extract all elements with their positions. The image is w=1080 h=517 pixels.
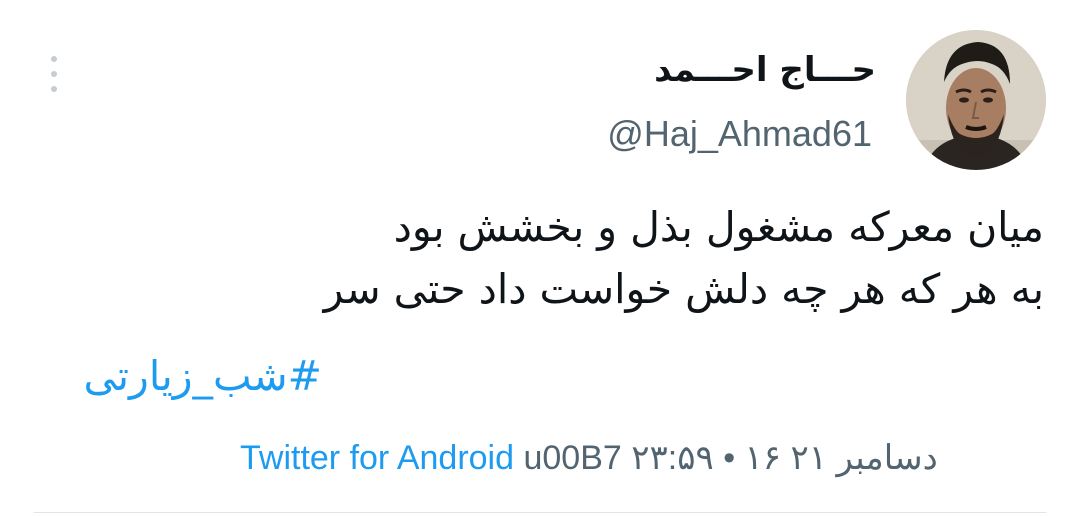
tweet-card[interactable]: حـــاج احـــمد @Haj_Ahmad61 میان معرکه م… bbox=[0, 0, 1080, 517]
more-options-icon[interactable] bbox=[44, 56, 64, 92]
more-dot bbox=[51, 86, 57, 92]
avatar-portrait-icon bbox=[906, 30, 1046, 170]
meta-separator: u00B7 bbox=[523, 439, 622, 477]
tweet-text-line: به هر که هر چه دلش خواست داد حتی سر bbox=[323, 265, 1044, 313]
tweet-text: میان معرکه مشغول بذل و بخشش بود به هر که… bbox=[84, 196, 1044, 320]
more-dot bbox=[51, 56, 57, 62]
more-dot bbox=[51, 71, 57, 77]
source-link[interactable]: Twitter for Android bbox=[240, 439, 514, 477]
author-handle[interactable]: @Haj_Ahmad61 bbox=[607, 112, 872, 156]
tweet-meta: Twitter for Android u00B7 ۲۳:۵۹ • ۱۶ دسا… bbox=[240, 433, 938, 483]
divider bbox=[34, 512, 1046, 513]
avatar[interactable] bbox=[906, 30, 1046, 170]
tweet-text-line: میان معرکه مشغول بذل و بخشش بود bbox=[393, 203, 1044, 251]
tweet-timestamp[interactable]: ۲۳:۵۹ • ۱۶ دسامبر ۲۱ bbox=[631, 439, 937, 477]
hashtag-link[interactable]: #شب_زیارتی bbox=[83, 345, 322, 407]
author-display-name[interactable]: حـــاج احـــمد bbox=[654, 48, 876, 92]
